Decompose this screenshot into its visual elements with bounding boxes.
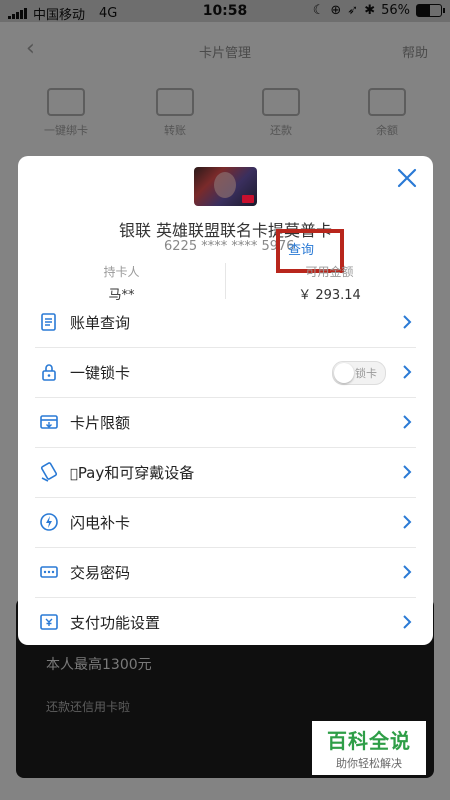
menu-item-label: 一键锁卡 [70,364,131,382]
close-icon[interactable] [393,164,421,192]
lock-card-toggle[interactable]: 锁卡 [332,361,386,385]
menu-item-label: 卡片限额 [70,414,131,432]
chevron-right-icon [403,465,412,479]
card-image [194,167,257,206]
watermark-subtitle: 助你轻松解决 [336,757,402,770]
chevron-right-icon [403,515,412,529]
menu-item-reissue-card[interactable]: 闪电补卡 [35,498,416,548]
toggle-knob [334,363,354,383]
chevron-right-icon [403,615,412,629]
payment-settings-icon [40,614,58,630]
card-number: 6225 **** **** 5976 [164,239,295,254]
menu-item-lock-card[interactable]: 一键锁卡 锁卡 [35,348,416,398]
menu-item-payment-settings[interactable]: 支付功能设置 [35,598,416,647]
available-label: 可用金额 [305,265,354,279]
menu-item-label: 闪电补卡 [70,514,131,532]
card-name: 银联 英雄联盟联名卡提莫普卡 [118,221,333,240]
lock-icon [42,364,56,381]
toggle-label: 锁卡 [355,367,377,380]
watermark-title: 百科全说 [327,729,411,753]
holder-info: 持卡人 马** [18,263,225,303]
menu-item-transaction-password[interactable]: 交易密码 [35,548,416,598]
lightning-card-icon [40,513,58,531]
menu-item-label: Pay和可穿戴设备 [70,464,194,482]
menu-item-bill-query[interactable]: 账单查询 [35,298,416,348]
menu-item-card-limit[interactable]: 卡片限额 [35,398,416,448]
password-icon [40,566,58,578]
unionpay-logo [242,195,254,203]
card-menu: 账单查询 一键锁卡 锁卡 卡片限额 Pay和可穿戴设备 闪电补卡 交易密码 支付… [18,298,433,647]
card-detail-modal: 银联 英雄联盟联名卡提莫普卡 6225 **** **** 5976 查询 持卡… [18,156,433,645]
card-artwork [214,172,236,198]
apple-logo-icon:  [70,467,78,482]
available-info: 可用金额 ￥ 293.14 [226,263,433,303]
menu-item-apple-pay[interactable]: Pay和可穿戴设备 [35,448,416,498]
chevron-right-icon [403,565,412,579]
menu-item-label: 交易密码 [70,564,131,582]
card-limit-icon [40,415,58,429]
watermark: 百科全说 助你轻松解决 [312,721,426,775]
chevron-right-icon [403,415,412,429]
apple-pay-icon [40,462,58,482]
chevron-right-icon [403,365,412,379]
menu-item-label: 支付功能设置 [70,614,161,632]
menu-item-label: 账单查询 [70,314,131,332]
holder-label: 持卡人 [103,265,140,279]
bill-icon [41,313,56,331]
chevron-right-icon [403,315,412,329]
